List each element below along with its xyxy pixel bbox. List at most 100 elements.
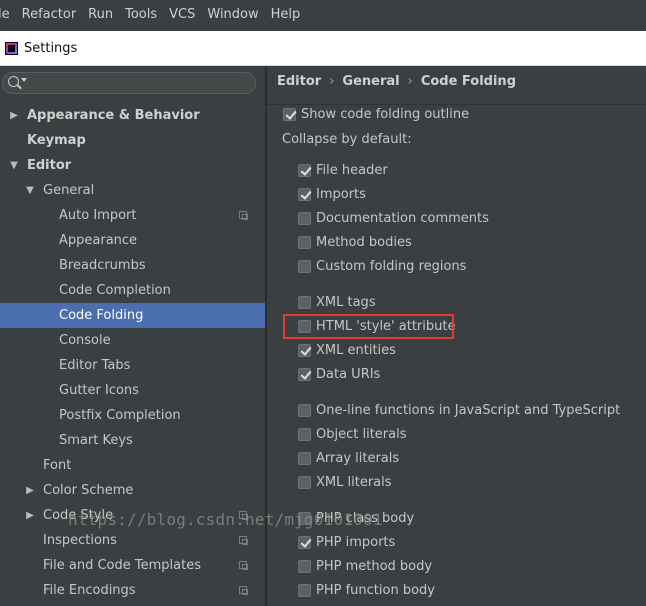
option-label: Array literals — [316, 451, 400, 466]
app-logo-icon — [5, 41, 18, 55]
menu-item-refactor[interactable]: Refactor — [16, 0, 83, 30]
checkbox-box[interactable] — [298, 428, 311, 441]
tree-item-editor[interactable]: ▼ Editor — [0, 153, 265, 178]
option-label: Custom folding regions — [316, 259, 467, 274]
tree-item-label: Font — [43, 458, 72, 473]
expand-arrow-down-icon[interactable]: ▼ — [9, 153, 19, 178]
option-label: XML literals — [316, 475, 392, 490]
option-label: Data URIs — [316, 367, 381, 382]
option-label: Imports — [316, 187, 366, 202]
tree-item-label: General — [43, 183, 95, 198]
tree-item-file-and-code-templates[interactable]: File and Code Templates — [0, 553, 265, 578]
tree-item-inspections[interactable]: Inspections — [0, 528, 265, 553]
menu-item-vcs[interactable]: VCS — [163, 0, 201, 30]
tree-item-color-scheme[interactable]: ▶ Color Scheme — [0, 478, 265, 503]
tree-item-label: Color Scheme — [43, 483, 134, 498]
menu-item-tools[interactable]: Tools — [119, 0, 163, 30]
option-label: XML entities — [316, 343, 396, 358]
breadcrumb-separator: › — [407, 74, 413, 89]
expand-arrow-right-icon[interactable]: ▶ — [9, 103, 19, 128]
breadcrumb-code-folding: Code Folding — [420, 74, 516, 89]
checkbox-box[interactable] — [298, 476, 311, 489]
tree-item-label: File and Code Templates — [43, 558, 201, 573]
tree-item-auto-import[interactable]: Auto Import — [0, 203, 265, 228]
settings-title-bar: Settings — [0, 31, 646, 66]
checkbox-box[interactable] — [298, 560, 311, 573]
tree-item-label: Appearance — [59, 233, 138, 248]
tree-item-code-folding[interactable]: Code Folding — [0, 303, 265, 328]
breadcrumb-general: General — [342, 74, 400, 89]
window-title: Settings — [24, 40, 78, 56]
option-label: PHP function body — [316, 583, 435, 598]
option-label: XML tags — [316, 295, 376, 310]
option-label: PHP imports — [316, 535, 396, 550]
checkbox-box[interactable] — [298, 536, 311, 549]
tree-item-postfix-completion[interactable]: Postfix Completion — [0, 403, 265, 428]
tree-item-appearance[interactable]: Appearance — [0, 228, 265, 253]
checkbox-box[interactable] — [298, 260, 311, 273]
option-label: Documentation comments — [316, 211, 489, 226]
tree-item-label: Auto Import — [59, 208, 137, 223]
tree-item-keymap[interactable]: Keymap — [0, 128, 265, 153]
search-icon[interactable] — [8, 76, 19, 87]
tree-item-label: Inspections — [43, 533, 117, 548]
checkbox-box[interactable] — [298, 584, 311, 597]
tree-item-label: Appearance & Behavior — [27, 108, 200, 123]
tree-item-font[interactable]: Font — [0, 453, 265, 478]
expand-arrow-right-icon[interactable]: ▶ — [25, 478, 35, 503]
tree-item-appearance-behavior[interactable]: ▶ Appearance & Behavior — [0, 103, 265, 128]
tree-item-label: Code Folding — [59, 308, 144, 323]
checkbox-box[interactable] — [298, 188, 311, 201]
tree-item-gutter-icons[interactable]: Gutter Icons — [0, 378, 265, 403]
checkbox-box[interactable] — [298, 296, 311, 309]
option-label: PHP method body — [316, 559, 433, 574]
chevron-down-icon[interactable] — [21, 78, 27, 82]
show-outline-label: Show code folding outline — [301, 107, 470, 122]
tree-item-label: Postfix Completion — [59, 408, 181, 423]
tree-item-console[interactable]: Console — [0, 328, 265, 353]
checkbox-box[interactable] — [298, 164, 311, 177]
breadcrumb-editor: Editor — [277, 74, 322, 89]
search-input[interactable] — [2, 72, 256, 94]
checkbox-box[interactable] — [298, 344, 311, 357]
menu-item-help[interactable]: Help — [265, 0, 307, 30]
tree-item-label: Console — [59, 333, 111, 348]
expand-arrow-right-icon[interactable]: ▶ — [25, 503, 35, 528]
tree-item-label: Gutter Icons — [59, 383, 139, 398]
menu-bar: le Refactor Run Tools VCS Window Help — [0, 0, 646, 30]
checkbox-box[interactable] — [298, 404, 311, 417]
checkbox-box[interactable] — [283, 108, 296, 121]
tree-item-label: Editor — [27, 158, 72, 173]
project-scope-icon — [239, 211, 248, 220]
tree-item-label: Keymap — [27, 133, 86, 148]
breadcrumb-separator: › — [329, 74, 335, 89]
tree-item-label: Editor Tabs — [59, 358, 131, 373]
collapse-by-default-label: Collapse by default: — [282, 132, 412, 147]
tree-item-label: Code Completion — [59, 283, 171, 298]
tree-item-label: Breadcrumbs — [59, 258, 146, 273]
tree-item-editor-tabs[interactable]: Editor Tabs — [0, 353, 265, 378]
checkbox-box[interactable] — [298, 368, 311, 381]
checkbox-box[interactable] — [298, 452, 311, 465]
checkbox-box[interactable] — [298, 212, 311, 225]
project-scope-icon — [239, 536, 248, 545]
menu-item-window[interactable]: Window — [201, 0, 264, 30]
checkbox-box[interactable] — [298, 236, 311, 249]
expand-arrow-down-icon[interactable]: ▼ — [25, 178, 35, 203]
menu-item-file[interactable]: le — [0, 0, 16, 30]
project-scope-icon — [239, 586, 248, 595]
option-label: Method bodies — [316, 235, 412, 250]
highlight-annotation-box — [283, 314, 454, 339]
tree-item-general[interactable]: ▼ General — [0, 178, 265, 203]
breadcrumb: Editor › General › Code Folding — [277, 74, 516, 89]
tree-item-file-encodings[interactable]: File Encodings — [0, 578, 265, 603]
menu-item-run[interactable]: Run — [82, 0, 119, 30]
tree-item-code-completion[interactable]: Code Completion — [0, 278, 265, 303]
tree-item-label: File Encodings — [43, 583, 136, 598]
tree-item-breadcrumbs[interactable]: Breadcrumbs — [0, 253, 265, 278]
option-label: One-line functions in JavaScript and Typ… — [316, 403, 621, 418]
option-label: File header — [316, 163, 388, 178]
watermark-text: https://blog.csdn.net/mjg0101001 — [68, 510, 383, 529]
option-label: Object literals — [316, 427, 407, 442]
tree-item-smart-keys[interactable]: Smart Keys — [0, 428, 265, 453]
